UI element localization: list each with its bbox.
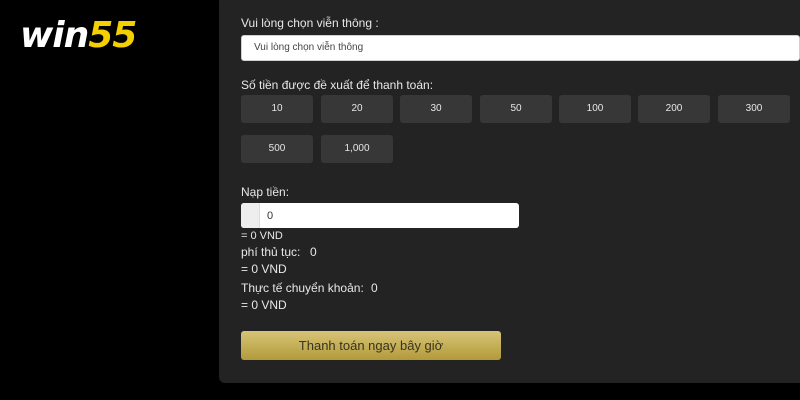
amount-chip-30[interactable]: 30 [400, 95, 472, 123]
deposit-amount-field[interactable] [241, 203, 519, 228]
fee-label: phí thủ tục: [241, 245, 301, 259]
carrier-label: Vui lòng chọn viễn thông : [241, 16, 379, 30]
deposit-amount-input[interactable] [261, 203, 511, 228]
fee-value: 0 [310, 245, 317, 259]
carrier-select[interactable]: Vui lòng chọn viễn thông [241, 35, 800, 61]
suggested-amount-label: Số tiền được đề xuất để thanh toán: [241, 78, 434, 92]
amount-chip-20[interactable]: 20 [321, 95, 393, 123]
deposit-amount-prefix [241, 203, 260, 228]
page: win55 Vui lòng chọn viễn thông : Vui lòn… [0, 0, 800, 400]
actual-transfer-value: 0 [371, 281, 378, 295]
amount-chip-500[interactable]: 500 [241, 135, 313, 163]
amount-chip-10[interactable]: 10 [241, 95, 313, 123]
pay-now-button[interactable]: Thanh toán ngay bây giờ [241, 331, 501, 360]
amount-chip-1000[interactable]: 1,000 [321, 135, 393, 163]
amount-chip-100[interactable]: 100 [559, 95, 631, 123]
deposit-label: Nạp tiền: [241, 185, 290, 199]
amount-chip-300[interactable]: 300 [718, 95, 790, 123]
actual-transfer-vnd-text: = 0 VND [241, 298, 287, 312]
actual-transfer-label: Thực tế chuyển khoản: [241, 281, 364, 295]
logo-text-win: win [20, 15, 89, 56]
amount-chip-200[interactable]: 200 [638, 95, 710, 123]
brand-logo[interactable]: win55 [20, 14, 137, 58]
amount-chip-50[interactable]: 50 [480, 95, 552, 123]
carrier-select-value: Vui lòng chọn viễn thông [254, 42, 364, 53]
fee-vnd-text: = 0 VND [241, 262, 287, 276]
deposit-vnd-text: = 0 VND [241, 230, 283, 242]
logo-text-55: 55 [88, 15, 137, 56]
